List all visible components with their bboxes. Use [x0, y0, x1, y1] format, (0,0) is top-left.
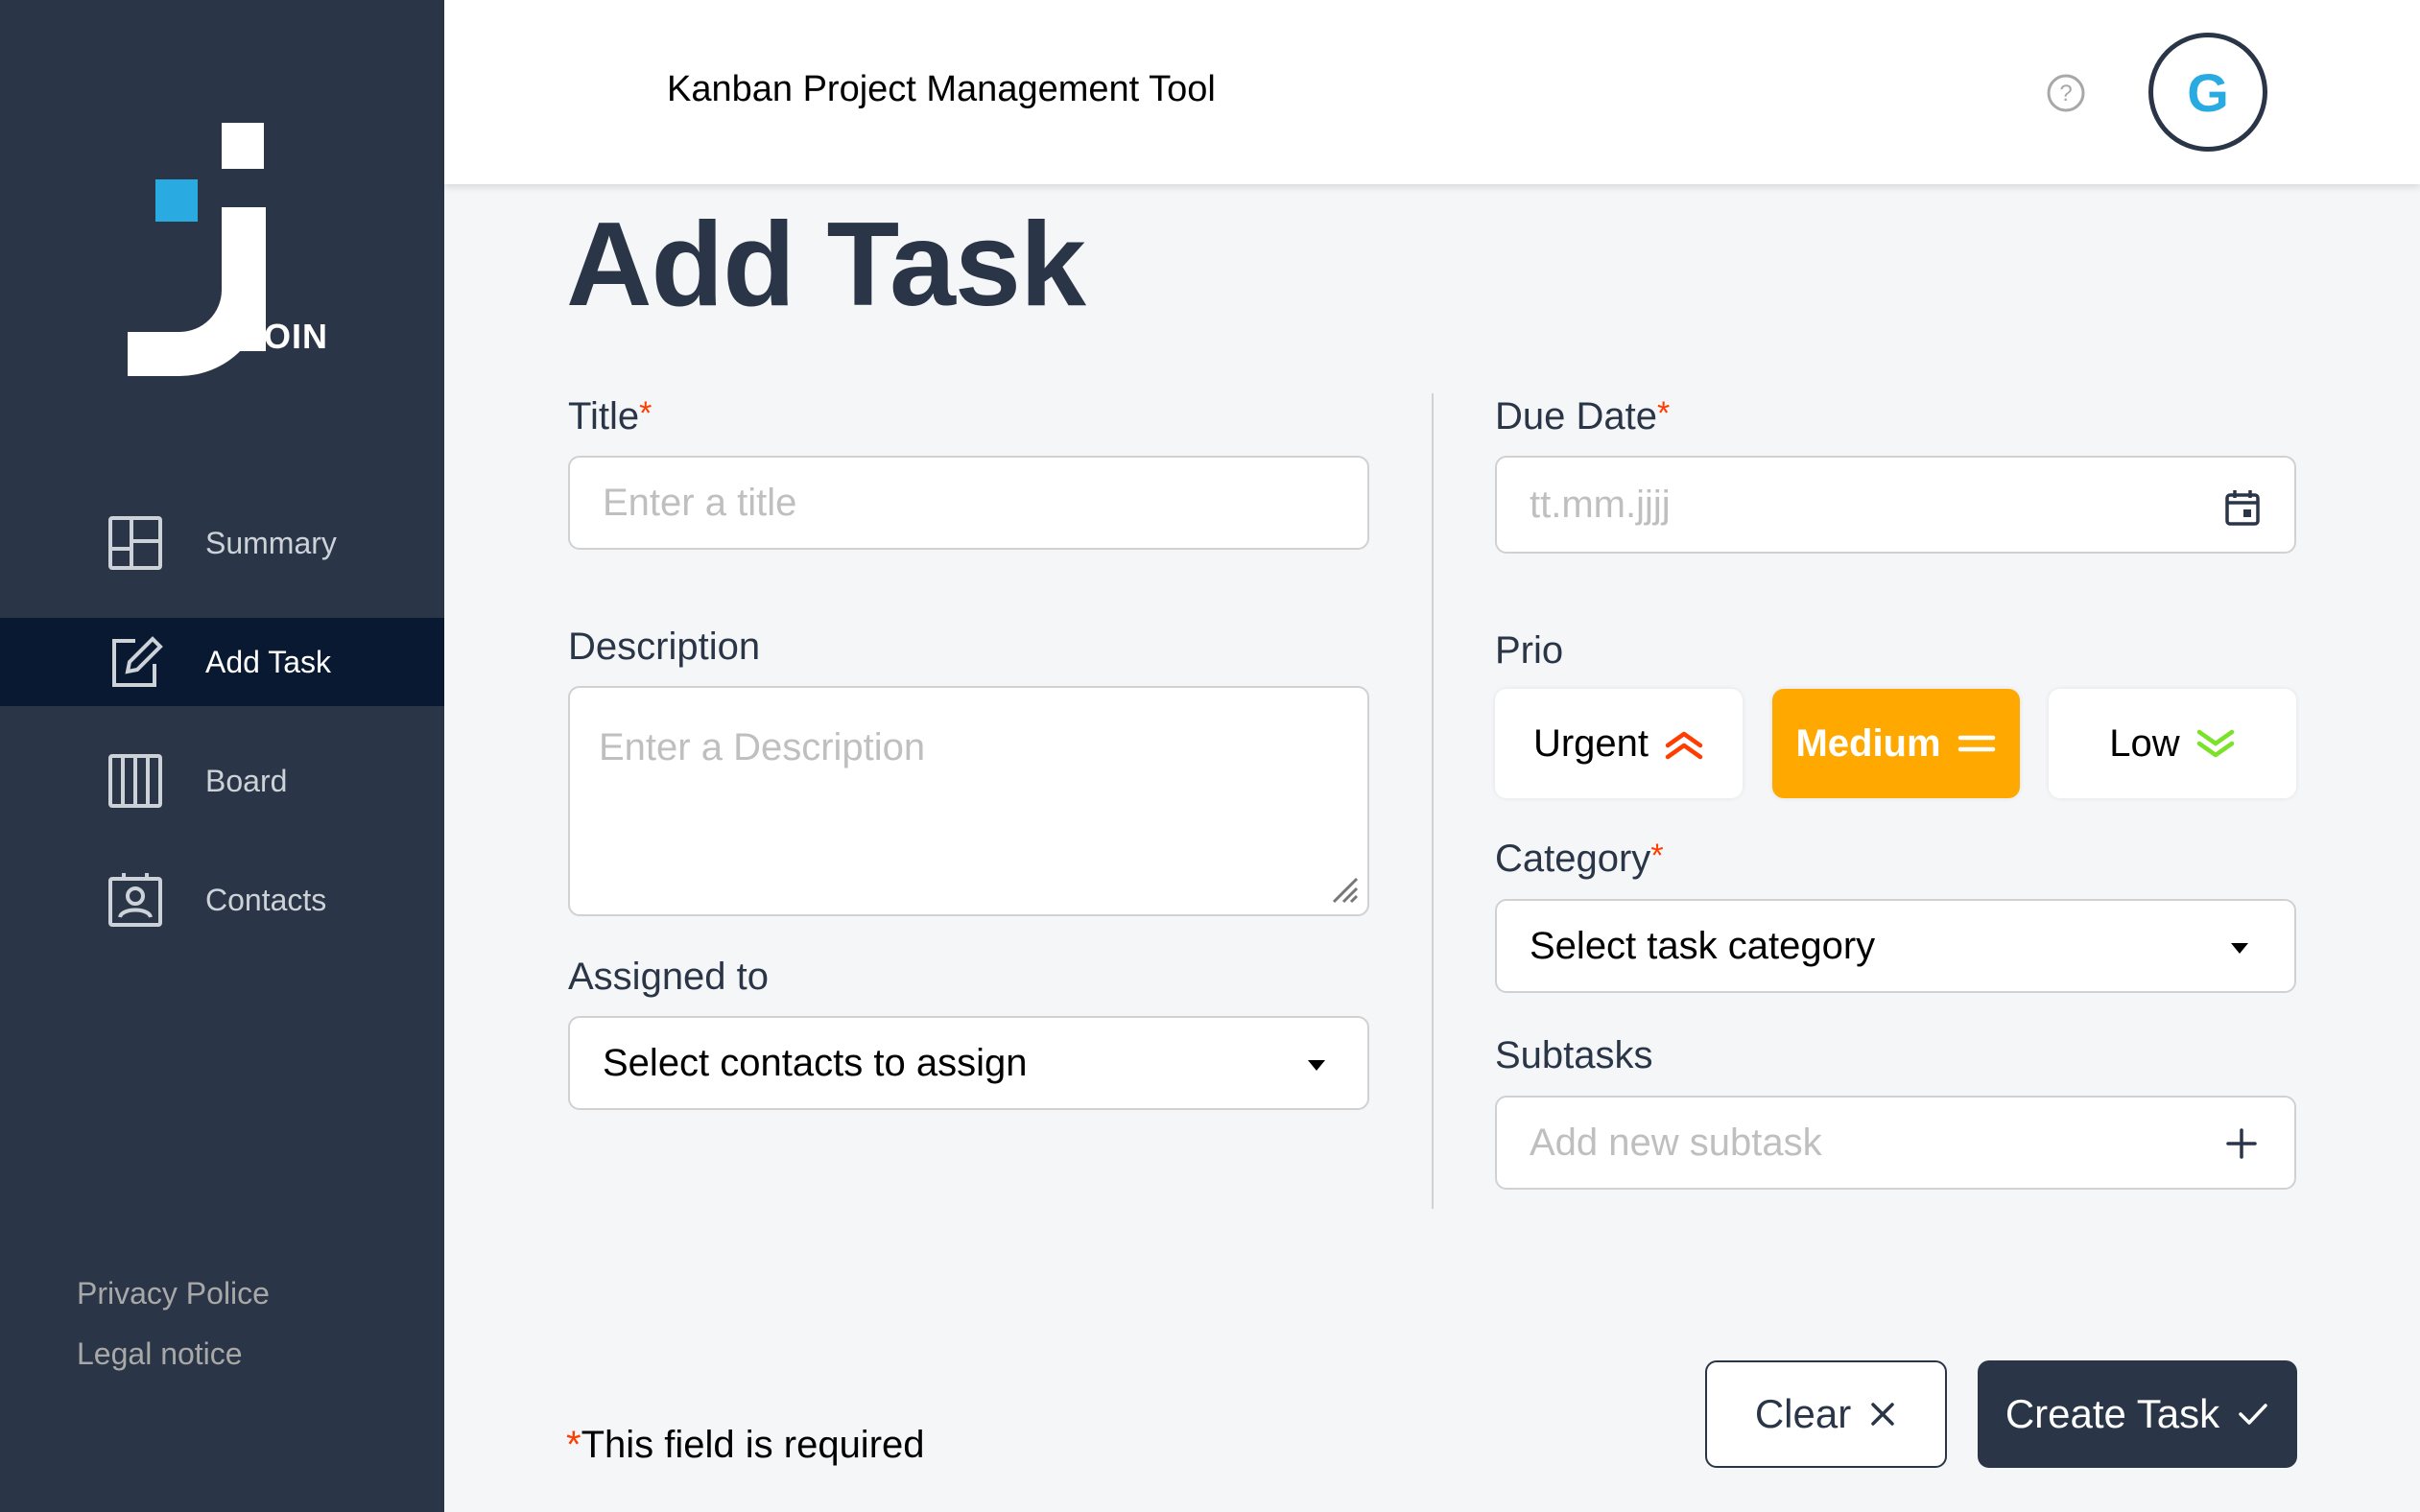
create-task-button[interactable]: Create Task — [1978, 1360, 2297, 1468]
sidebar-item-contacts[interactable]: Contacts — [0, 856, 444, 944]
legal-links: Privacy Police Legal notice — [77, 1276, 270, 1397]
sidebar-item-label: Summary — [205, 525, 337, 560]
logo-square-blue — [155, 179, 198, 222]
prio-low-button[interactable]: Low — [2049, 689, 2296, 798]
required-mark: * — [1656, 395, 1671, 432]
assigned-label: Assigned to — [568, 956, 770, 998]
prio-medium-label: Medium — [1795, 721, 1941, 765]
svg-text:?: ? — [2059, 81, 2072, 106]
description-label: Description — [568, 626, 761, 668]
chevron-down-icon — [2231, 943, 2248, 954]
sidebar-item-summary[interactable]: Summary — [0, 499, 444, 587]
privacy-policy-link[interactable]: Privacy Police — [77, 1276, 270, 1311]
user-avatar[interactable]: G — [2148, 33, 2267, 152]
title-label: Title* — [568, 395, 652, 437]
legal-notice-link[interactable]: Legal notice — [77, 1336, 270, 1372]
header: Kanban Project Management Tool ? G — [444, 0, 2420, 184]
plus-icon[interactable] — [2224, 1126, 2259, 1161]
clear-button[interactable]: Clear — [1705, 1360, 1947, 1468]
subtasks-input[interactable]: Add new subtask — [1495, 1096, 2296, 1190]
help-icon[interactable]: ? — [2045, 72, 2087, 114]
description-textarea[interactable]: Enter a Description — [568, 686, 1369, 916]
page-title: Add Task — [566, 199, 1086, 331]
logo-text: OIN — [264, 317, 329, 356]
sidebar: OIN Summary Add Task Board Contacts Priv… — [0, 0, 444, 1512]
resize-grip-icon[interactable] — [1326, 871, 1361, 906]
join-logo[interactable]: OIN — [120, 115, 336, 376]
prio-urgent-button[interactable]: Urgent — [1495, 689, 1743, 798]
due-date-placeholder: tt.mm.jjjj — [1530, 483, 1671, 526]
category-label: Category* — [1495, 838, 1664, 880]
logo-square-white — [222, 123, 264, 169]
close-icon — [1871, 1403, 1894, 1426]
calendar-icon[interactable] — [2223, 488, 2262, 527]
assigned-value: Select contacts to assign — [603, 1041, 1028, 1084]
sidebar-nav: Summary Add Task Board Contacts — [0, 499, 444, 975]
chevrons-down-icon — [2196, 729, 2234, 758]
app-title: Kanban Project Management Tool — [667, 69, 1216, 109]
column-divider — [1432, 393, 1434, 1209]
clear-label: Clear — [1754, 1391, 1852, 1436]
sidebar-item-label: Contacts — [205, 882, 327, 917]
contacts-icon — [106, 870, 165, 930]
check-icon — [2239, 1404, 2267, 1425]
required-mark: * — [1650, 838, 1664, 874]
prio-urgent-label: Urgent — [1532, 721, 1649, 765]
title-input[interactable]: Enter a title — [568, 456, 1369, 550]
subtasks-label: Subtasks — [1495, 1034, 1653, 1076]
category-value: Select task category — [1530, 924, 1876, 967]
summary-icon — [106, 513, 165, 573]
title-placeholder: Enter a title — [603, 481, 797, 524]
prio-medium-button[interactable]: Medium — [1772, 689, 2020, 798]
due-date-input[interactable]: tt.mm.jjjj — [1495, 456, 2296, 554]
sidebar-item-label: Add Task — [205, 644, 332, 679]
chevron-down-icon — [1308, 1060, 1325, 1071]
sidebar-item-label: Board — [205, 763, 288, 798]
required-mark: * — [639, 395, 652, 432]
equals-icon — [1957, 735, 1995, 752]
sidebar-item-board[interactable]: Board — [0, 737, 444, 825]
create-task-label: Create Task — [2005, 1391, 2220, 1436]
prio-label: Prio — [1495, 629, 1564, 672]
required-note: *This field is required — [566, 1424, 925, 1466]
sidebar-item-add-task[interactable]: Add Task — [0, 618, 444, 706]
prio-low-label: Low — [2109, 721, 2180, 765]
assigned-select[interactable]: Select contacts to assign — [568, 1016, 1369, 1110]
avatar-initial: G — [2187, 61, 2229, 123]
category-select[interactable]: Select task category — [1495, 899, 2296, 993]
add-task-icon — [106, 632, 165, 692]
required-mark: * — [566, 1424, 581, 1466]
due-date-label: Due Date* — [1495, 395, 1671, 437]
board-icon — [106, 751, 165, 811]
subtasks-placeholder: Add new subtask — [1530, 1121, 1822, 1164]
description-placeholder: Enter a Description — [599, 726, 926, 768]
chevrons-up-icon — [1665, 731, 1703, 760]
logo-j-hook — [128, 259, 266, 376]
